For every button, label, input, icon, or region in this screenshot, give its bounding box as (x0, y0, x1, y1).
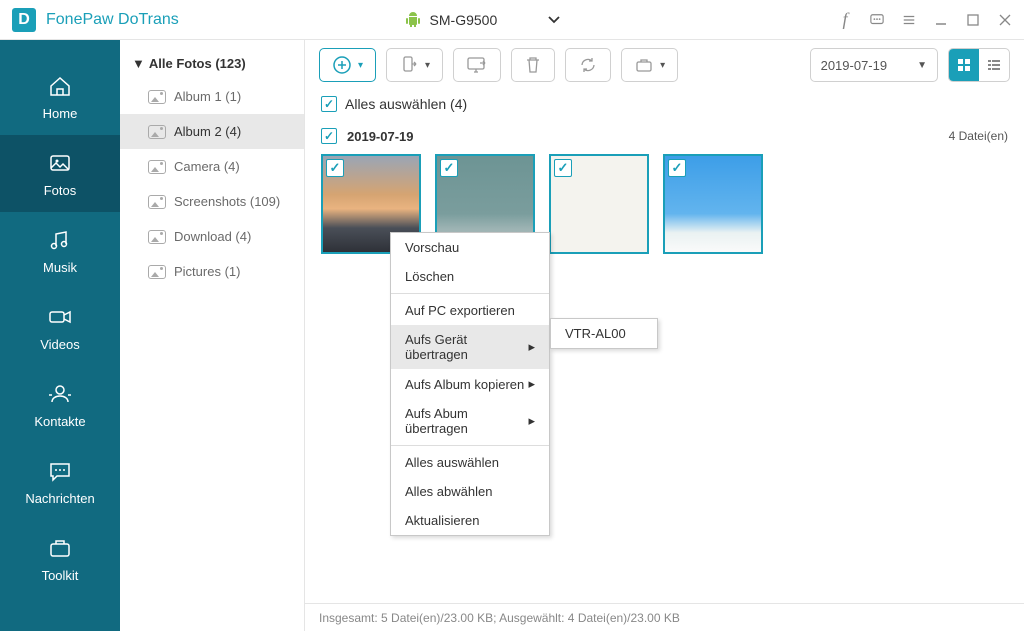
photo-checkbox[interactable]: ✓ (668, 159, 686, 177)
date-filter[interactable]: 2019-07-19▼ (810, 48, 938, 82)
sidebar: Home Fotos Musik Videos Kontakte Nachric… (0, 40, 120, 631)
group-filecount: 4 Datei(en) (949, 129, 1008, 143)
chevron-down-icon (547, 13, 561, 27)
photo-thumbnail[interactable]: ✓ (549, 154, 649, 254)
sidebar-item-kontakte[interactable]: Kontakte (0, 366, 120, 443)
group-checkbox[interactable]: ✓ (321, 128, 337, 144)
sidebar-label: Musik (43, 260, 77, 275)
close-button[interactable] (998, 13, 1012, 27)
album-icon (148, 160, 166, 174)
ctx-select-all[interactable]: Alles auswählen (391, 448, 549, 477)
photo-checkbox[interactable]: ✓ (440, 159, 458, 177)
album-icon (148, 230, 166, 244)
ctx-refresh[interactable]: Aktualisieren (391, 506, 549, 535)
album-icon (148, 195, 166, 209)
app-logo: D (12, 8, 36, 32)
ctx-transfer-album[interactable]: Aufs Abum übertragen▸ (391, 399, 549, 443)
photo-checkbox[interactable]: ✓ (326, 159, 344, 177)
view-toggle (948, 48, 1010, 82)
sidebar-item-videos[interactable]: Videos (0, 289, 120, 366)
photos-icon (46, 149, 74, 177)
context-submenu: VTR-AL00 (550, 318, 658, 349)
delete-button[interactable] (511, 48, 555, 82)
separator (391, 445, 549, 446)
chevron-right-icon: ▸ (528, 339, 535, 355)
ctx-deselect-all[interactable]: Alles abwählen (391, 477, 549, 506)
android-icon (406, 12, 420, 28)
messages-icon (46, 457, 74, 485)
group-date: 2019-07-19 (347, 129, 414, 144)
status-text: Insgesamt: 5 Datei(en)/23.00 KB; Ausgewä… (319, 611, 680, 625)
tree-root[interactable]: ▼Alle Fotos (123) (120, 48, 304, 79)
export-to-device-button[interactable]: ▾ (386, 48, 443, 82)
minimize-button[interactable] (934, 13, 948, 27)
sidebar-item-toolkit[interactable]: Toolkit (0, 520, 120, 597)
more-tools-button[interactable]: ▾ (621, 48, 678, 82)
ctx-delete[interactable]: Löschen (391, 262, 549, 291)
tree-item-download[interactable]: Download (4) (120, 219, 304, 254)
album-tree: ▼Alle Fotos (123) Album 1 (1) Album 2 (4… (120, 40, 305, 631)
sidebar-label: Fotos (44, 183, 77, 198)
album-icon (148, 125, 166, 139)
submenu-device[interactable]: VTR-AL00 (551, 319, 657, 348)
device-selector[interactable]: SM-G9500 (396, 8, 622, 32)
sidebar-label: Toolkit (42, 568, 79, 583)
ctx-transfer-device[interactable]: Aufs Gerät übertragen▸ (391, 325, 549, 369)
facebook-icon[interactable]: f (838, 13, 852, 27)
album-icon (148, 90, 166, 104)
menu-icon[interactable] (902, 13, 916, 27)
tree-item-camera[interactable]: Camera (4) (120, 149, 304, 184)
ctx-copy-album[interactable]: Aufs Album kopieren▸ (391, 369, 549, 399)
device-name: SM-G9500 (430, 12, 498, 28)
context-menu: Vorschau Löschen Auf PC exportieren Aufs… (390, 232, 550, 536)
app-title: FonePaw DoTrans (46, 11, 179, 29)
photo-checkbox[interactable]: ✓ (554, 159, 572, 177)
album-icon (148, 265, 166, 279)
ctx-export-pc[interactable]: Auf PC exportieren (391, 296, 549, 325)
sidebar-item-home[interactable]: Home (0, 58, 120, 135)
add-button[interactable]: ▾ (319, 48, 376, 82)
toolkit-icon (46, 534, 74, 562)
videos-icon (46, 303, 74, 331)
tree-item-album2[interactable]: Album 2 (4) (120, 114, 304, 149)
sidebar-item-musik[interactable]: Musik (0, 212, 120, 289)
chevron-right-icon: ▸ (528, 376, 535, 392)
select-all-checkbox[interactable]: ✓ (321, 96, 337, 112)
photo-thumbnail[interactable]: ✓ (663, 154, 763, 254)
caret-down-icon: ▼ (132, 56, 145, 71)
feedback-icon[interactable] (870, 13, 884, 27)
separator (391, 293, 549, 294)
refresh-button[interactable] (565, 48, 611, 82)
sidebar-item-fotos[interactable]: Fotos (0, 135, 120, 212)
sidebar-item-nachrichten[interactable]: Nachrichten (0, 443, 120, 520)
music-icon (46, 226, 74, 254)
maximize-button[interactable] (966, 13, 980, 27)
contacts-icon (46, 380, 74, 408)
status-bar: Insgesamt: 5 Datei(en)/23.00 KB; Ausgewä… (305, 603, 1024, 631)
list-view-button[interactable] (979, 49, 1009, 81)
tree-item-album1[interactable]: Album 1 (1) (120, 79, 304, 114)
sidebar-label: Nachrichten (25, 491, 94, 506)
tree-item-screenshots[interactable]: Screenshots (109) (120, 184, 304, 219)
sidebar-label: Home (43, 106, 78, 121)
export-to-pc-button[interactable] (453, 48, 501, 82)
tree-item-pictures[interactable]: Pictures (1) (120, 254, 304, 289)
sidebar-label: Videos (40, 337, 80, 352)
sidebar-label: Kontakte (34, 414, 85, 429)
toolbar: ▾ ▾ ▾ 2019-07-19▼ (305, 40, 1024, 90)
home-icon (46, 72, 74, 100)
grid-view-button[interactable] (949, 49, 979, 81)
select-all-label: Alles auswählen (4) (345, 96, 467, 112)
ctx-preview[interactable]: Vorschau (391, 233, 549, 262)
chevron-right-icon: ▸ (528, 413, 535, 429)
